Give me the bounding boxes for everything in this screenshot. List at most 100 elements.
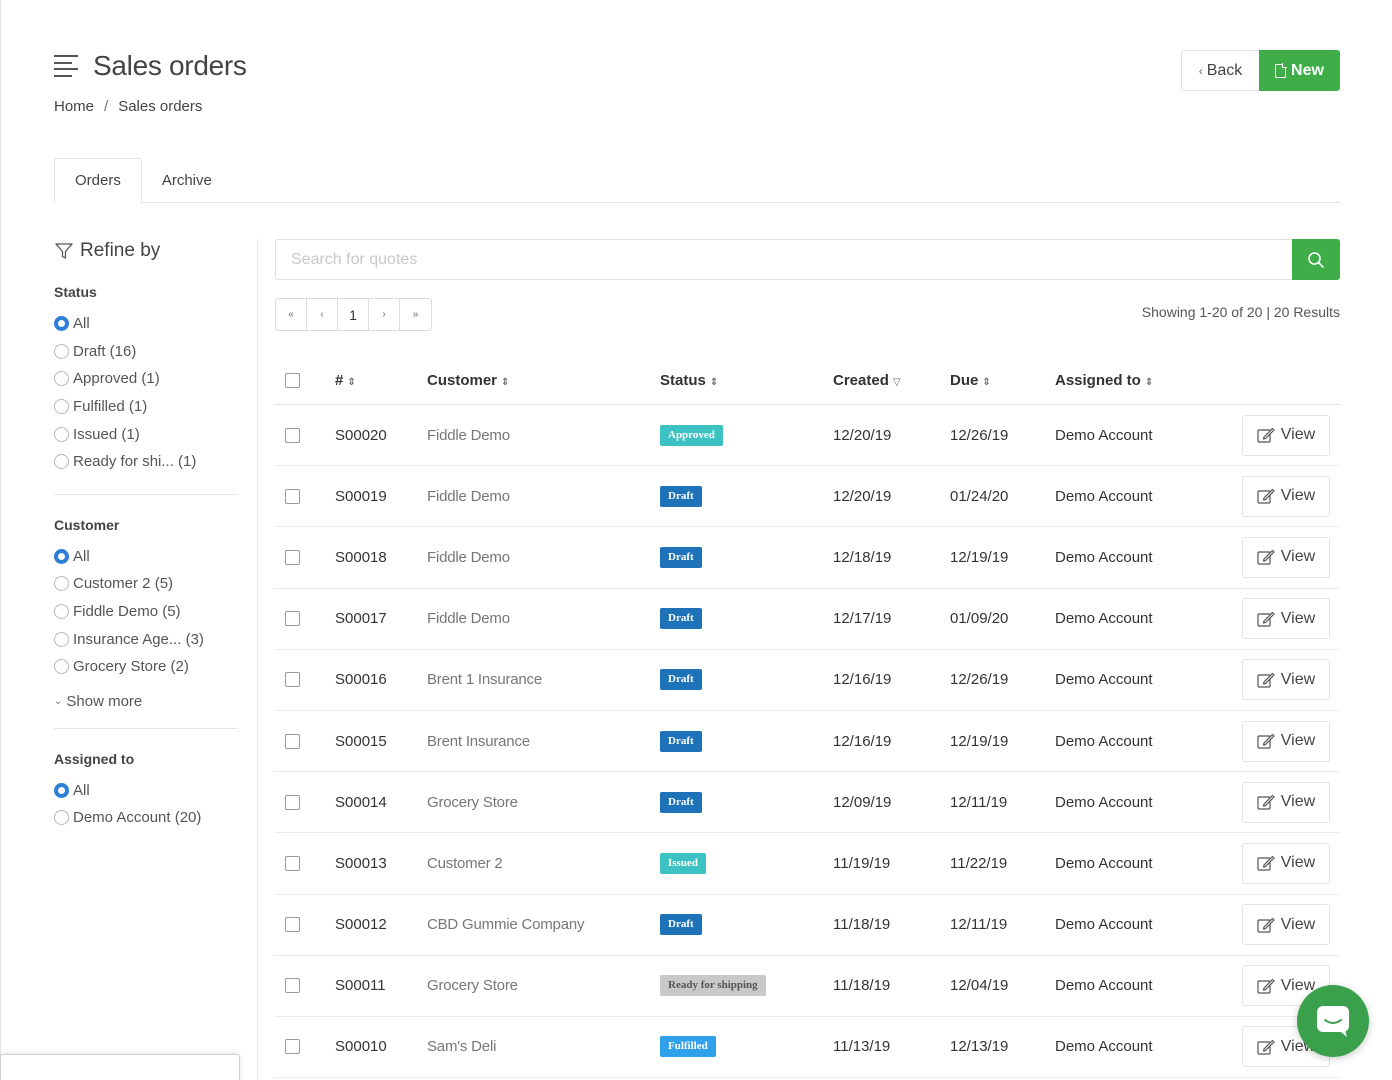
due-date-text: 01/09/20: [950, 610, 1009, 628]
status-badge: Draft: [660, 485, 702, 507]
column-header-assigned[interactable]: Assigned to ⇕: [1055, 372, 1240, 389]
filter-option[interactable]: Insurance Age... (3): [54, 625, 238, 653]
filter-option[interactable]: Fiddle Demo (5): [54, 598, 238, 626]
column-header-status[interactable]: Status ⇕: [660, 372, 833, 389]
column-header-created[interactable]: Created ▽: [833, 372, 950, 389]
customer-name: Grocery Store: [427, 794, 660, 811]
row-checkbox[interactable]: [285, 427, 300, 443]
assigned-to-text: Demo Account: [1055, 671, 1153, 689]
status-cell: Draft: [660, 669, 833, 691]
row-checkbox[interactable]: [285, 978, 300, 994]
chat-button[interactable]: [1297, 985, 1369, 1057]
view-button[interactable]: View: [1242, 720, 1330, 762]
order-number-text[interactable]: S00014: [335, 794, 387, 811]
tab-orders[interactable]: Orders: [54, 158, 142, 203]
order-number: S00016: [335, 671, 427, 688]
radio-button[interactable]: [54, 810, 69, 826]
radio-button[interactable]: [54, 371, 69, 387]
radio-button[interactable]: [54, 343, 69, 359]
page-number-button[interactable]: 1: [338, 299, 369, 330]
order-number-text[interactable]: S00020: [335, 427, 387, 444]
filter-option[interactable]: Customer 2 (5): [54, 570, 238, 598]
first-page-button[interactable]: «: [276, 299, 307, 330]
filter-option[interactable]: All: [54, 543, 238, 571]
radio-button[interactable]: [54, 399, 69, 415]
filter-group-title: Customer: [54, 516, 120, 533]
radio-button[interactable]: [54, 454, 69, 470]
row-checkbox[interactable]: [285, 611, 300, 627]
radio-button[interactable]: [54, 316, 69, 332]
view-button[interactable]: View: [1242, 781, 1330, 823]
order-number-text[interactable]: S00012: [335, 916, 387, 933]
order-number-text[interactable]: S00011: [335, 977, 386, 994]
search-button[interactable]: [1292, 239, 1340, 280]
filter-group-title: Status: [54, 284, 97, 300]
radio-button[interactable]: [54, 604, 69, 620]
row-checkbox[interactable]: [285, 1039, 300, 1055]
edit-icon: [1257, 795, 1275, 810]
row-checkbox[interactable]: [285, 917, 300, 933]
radio-button[interactable]: [54, 631, 69, 647]
search-input[interactable]: [275, 239, 1292, 280]
row-checkbox[interactable]: [285, 855, 300, 871]
radio-button[interactable]: [54, 426, 69, 442]
view-button[interactable]: View: [1242, 659, 1330, 701]
filter-option[interactable]: Grocery Store (2): [54, 653, 238, 681]
prev-page-button[interactable]: ‹: [307, 299, 338, 330]
filter-option[interactable]: Ready for shi... (1): [54, 448, 238, 476]
select-all-checkbox[interactable]: [285, 373, 300, 388]
search-bar: [275, 239, 1340, 280]
customer-name: Brent 1 Insurance: [427, 671, 660, 688]
next-page-button[interactable]: ›: [369, 299, 400, 330]
order-number: S00011: [335, 977, 427, 994]
show-more-link[interactable]: ⌄ Show more: [54, 693, 238, 710]
column-header-customer[interactable]: Customer ⇕: [427, 372, 660, 389]
breadcrumb-home[interactable]: Home: [54, 98, 94, 115]
search-icon: [1308, 251, 1324, 268]
radio-button[interactable]: [54, 782, 69, 798]
row-checkbox[interactable]: [285, 549, 300, 565]
customer-name-text: Fiddle Demo: [427, 487, 510, 505]
filter-option[interactable]: All: [54, 310, 238, 338]
view-button[interactable]: View: [1242, 536, 1330, 578]
view-button[interactable]: View: [1242, 598, 1330, 640]
filter-option[interactable]: Draft (16): [54, 338, 238, 366]
view-button[interactable]: View: [1242, 414, 1330, 456]
order-number-text[interactable]: S00013: [335, 855, 387, 872]
due-date: 11/22/19: [950, 855, 1055, 872]
column-header-number[interactable]: # ⇕: [335, 372, 427, 389]
view-button[interactable]: View: [1242, 475, 1330, 517]
order-number-text[interactable]: S00018: [335, 549, 387, 566]
order-number-text[interactable]: S00019: [335, 488, 387, 505]
radio-button[interactable]: [54, 659, 69, 675]
column-header-due[interactable]: Due ⇕: [950, 372, 1055, 389]
row-checkbox[interactable]: [285, 733, 300, 749]
sidebar-divider: [257, 238, 258, 1080]
row-checkbox[interactable]: [285, 794, 300, 810]
order-number-text[interactable]: S00016: [335, 671, 387, 688]
tab-archive[interactable]: Archive: [142, 158, 232, 203]
row-checkbox[interactable]: [285, 672, 300, 688]
created-date-text: 12/16/19: [833, 732, 892, 750]
back-button[interactable]: ‹ Back: [1181, 50, 1259, 91]
row-checkbox[interactable]: [285, 488, 300, 504]
menu-icon[interactable]: [54, 55, 80, 77]
radio-button[interactable]: [54, 576, 69, 592]
assigned-to-text: Demo Account: [1055, 1038, 1153, 1056]
filter-option[interactable]: All: [54, 777, 238, 805]
filter-option[interactable]: Fulfilled (1): [54, 393, 238, 421]
filter-group: Status All Draft (16) Approved (1) Fulfilled…: [54, 284, 238, 495]
order-number-text[interactable]: S00015: [335, 733, 387, 750]
filter-option[interactable]: Demo Account (20): [54, 804, 238, 832]
last-page-button[interactable]: »: [400, 299, 431, 330]
filter-option[interactable]: Issued (1): [54, 420, 238, 448]
filter-option[interactable]: Approved (1): [54, 365, 238, 393]
breadcrumb-separator: /: [104, 98, 109, 115]
radio-button[interactable]: [54, 548, 69, 564]
status-cell: Draft: [660, 485, 833, 507]
order-number-text[interactable]: S00010: [335, 1038, 387, 1055]
new-button[interactable]: New: [1259, 50, 1340, 91]
view-button[interactable]: View: [1242, 904, 1330, 946]
order-number-text[interactable]: S00017: [335, 610, 387, 627]
view-button[interactable]: View: [1242, 842, 1330, 884]
